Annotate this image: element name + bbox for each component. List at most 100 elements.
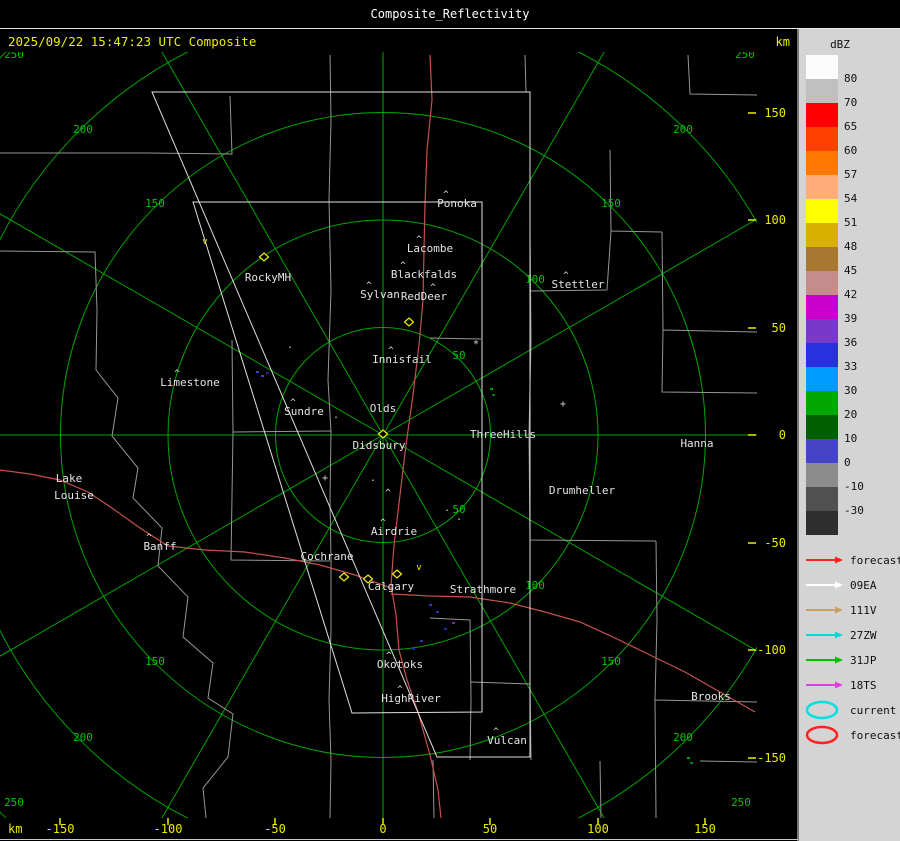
chevron-marker-icon: v	[416, 563, 421, 573]
ring-distance-label: 150	[601, 655, 621, 668]
window-title: Composite_Reflectivity	[371, 7, 530, 21]
city-label: Limestone	[160, 376, 220, 389]
km-unit-bottom: km	[8, 822, 22, 836]
radar-display: Composite_Reflectivity 2025/09/22 15:47:…	[0, 0, 900, 841]
scatter-mark: *	[473, 339, 479, 350]
legend-label: current	[850, 704, 896, 717]
city-label: Lacombe	[407, 242, 453, 255]
city-marker-icon: ^	[146, 533, 152, 543]
scatter-mark: .	[333, 410, 339, 421]
bottom-axis-tick-label: -100	[154, 822, 183, 836]
echo-pixel	[436, 611, 439, 613]
city-label: Brooks	[691, 690, 731, 703]
city-label: ThreeHills	[470, 428, 536, 441]
ring-distance-label: 200	[73, 123, 93, 136]
colorbar-value-label: 10	[844, 432, 857, 445]
colorbar-value-label: 80	[844, 72, 857, 85]
bottom-axis-tick-label: -150	[46, 822, 75, 836]
echo-pixel	[412, 648, 415, 650]
city-label: Strathmore	[450, 583, 516, 596]
legend-label: forecast	[850, 554, 900, 567]
city-label: RockyMH	[245, 271, 291, 284]
city-label: Didsbury	[353, 439, 406, 452]
city-label: Lake	[56, 472, 83, 485]
colorbar-value-label: 20	[844, 408, 857, 421]
echo-pixel	[690, 762, 693, 764]
legend-label: 31JP	[850, 654, 877, 667]
colorbar-value-label: 70	[844, 96, 857, 109]
ring-distance-label: 200	[673, 123, 693, 136]
echo-pixel	[687, 757, 690, 759]
city-marker-icon: ^	[380, 518, 386, 528]
city-label: Louise	[54, 489, 94, 502]
colorbar-value-label: -30	[844, 504, 864, 517]
echo-pixel	[444, 628, 447, 630]
colorbar-swatch	[806, 127, 838, 151]
scatter-mark: +	[560, 399, 566, 410]
city-label: HighRiver	[381, 692, 441, 705]
ring-distance-label: 150	[145, 655, 165, 668]
echo-pixel	[490, 388, 493, 390]
background	[0, 0, 900, 841]
ring-distance-label: 50	[452, 349, 465, 362]
scatter-mark: .	[370, 473, 376, 484]
colorbar-swatch	[806, 463, 838, 487]
echo-pixel	[266, 372, 269, 374]
ring-distance-label: 250	[4, 796, 24, 809]
legend-label: 27ZW	[850, 629, 877, 642]
right-axis-tick-label: -150	[757, 751, 786, 765]
colorbar-swatch	[806, 343, 838, 367]
colorbar-swatch	[806, 199, 838, 223]
timestamp: 2025/09/22 15:47:23 UTC Composite	[8, 34, 256, 49]
city-marker-icon: ^	[388, 346, 394, 356]
radar-app-window: Composite_Reflectivity 2025/09/22 15:47:…	[0, 0, 900, 841]
bottom-axis-tick-label: -50	[264, 822, 286, 836]
ring-distance-label: 100	[525, 579, 545, 592]
city-label: Stettler	[552, 278, 605, 291]
ring-distance-label: 250	[731, 796, 751, 809]
colorbar-value-label: 39	[844, 312, 857, 325]
ring-distance-label: 150	[601, 197, 621, 210]
colorbar-swatch	[806, 295, 838, 319]
right-axis-tick-label: 50	[772, 321, 786, 335]
city-marker-icon: ^	[430, 283, 436, 293]
colorbar-value-label: 60	[844, 144, 857, 157]
colorbar-value-label: 65	[844, 120, 857, 133]
city-label: RedDeer	[401, 290, 448, 303]
scatter-mark: .	[456, 512, 462, 523]
city-label: Hanna	[680, 437, 713, 450]
city-marker-icon: ^	[366, 281, 372, 291]
colorbar-value-label: 42	[844, 288, 857, 301]
colorbar-swatch	[806, 391, 838, 415]
colorbar-swatch	[806, 79, 838, 103]
colorbar-value-label: 51	[844, 216, 857, 229]
bottom-axis-tick-label: 150	[694, 822, 716, 836]
city-marker-icon: ^	[443, 190, 449, 200]
colorbar-value-label: 0	[844, 456, 851, 469]
colorbar-swatch	[806, 511, 838, 535]
colorbar-value-label: 36	[844, 336, 857, 349]
colorbar-value-label: 57	[844, 168, 857, 181]
scatter-mark: ^	[385, 488, 391, 499]
colorbar-swatch	[806, 439, 838, 463]
echo-pixel	[429, 604, 432, 606]
city-label: Calgary	[368, 580, 415, 593]
scatter-mark: +	[322, 473, 328, 484]
legend-label: forecast	[850, 729, 900, 742]
right-axis-tick-label: 150	[764, 106, 786, 120]
colorbar-value-label: 30	[844, 384, 857, 397]
colorbar-swatch	[806, 55, 838, 79]
city-marker-icon: ^	[386, 651, 392, 661]
ring-distance-label: 150	[145, 197, 165, 210]
colorbar-swatch	[806, 151, 838, 175]
city-label: Okotoks	[377, 658, 423, 671]
legend-label: 18TS	[850, 679, 877, 692]
colorbar-swatch	[806, 175, 838, 199]
city-marker-icon: ^	[416, 235, 422, 245]
echo-pixel	[452, 622, 455, 624]
echo-pixel	[256, 371, 259, 373]
colorbar-value-label: 33	[844, 360, 857, 373]
echo-pixel	[420, 640, 423, 642]
right-axis-tick-label: 100	[764, 213, 786, 227]
city-label: Innisfail	[372, 353, 432, 366]
